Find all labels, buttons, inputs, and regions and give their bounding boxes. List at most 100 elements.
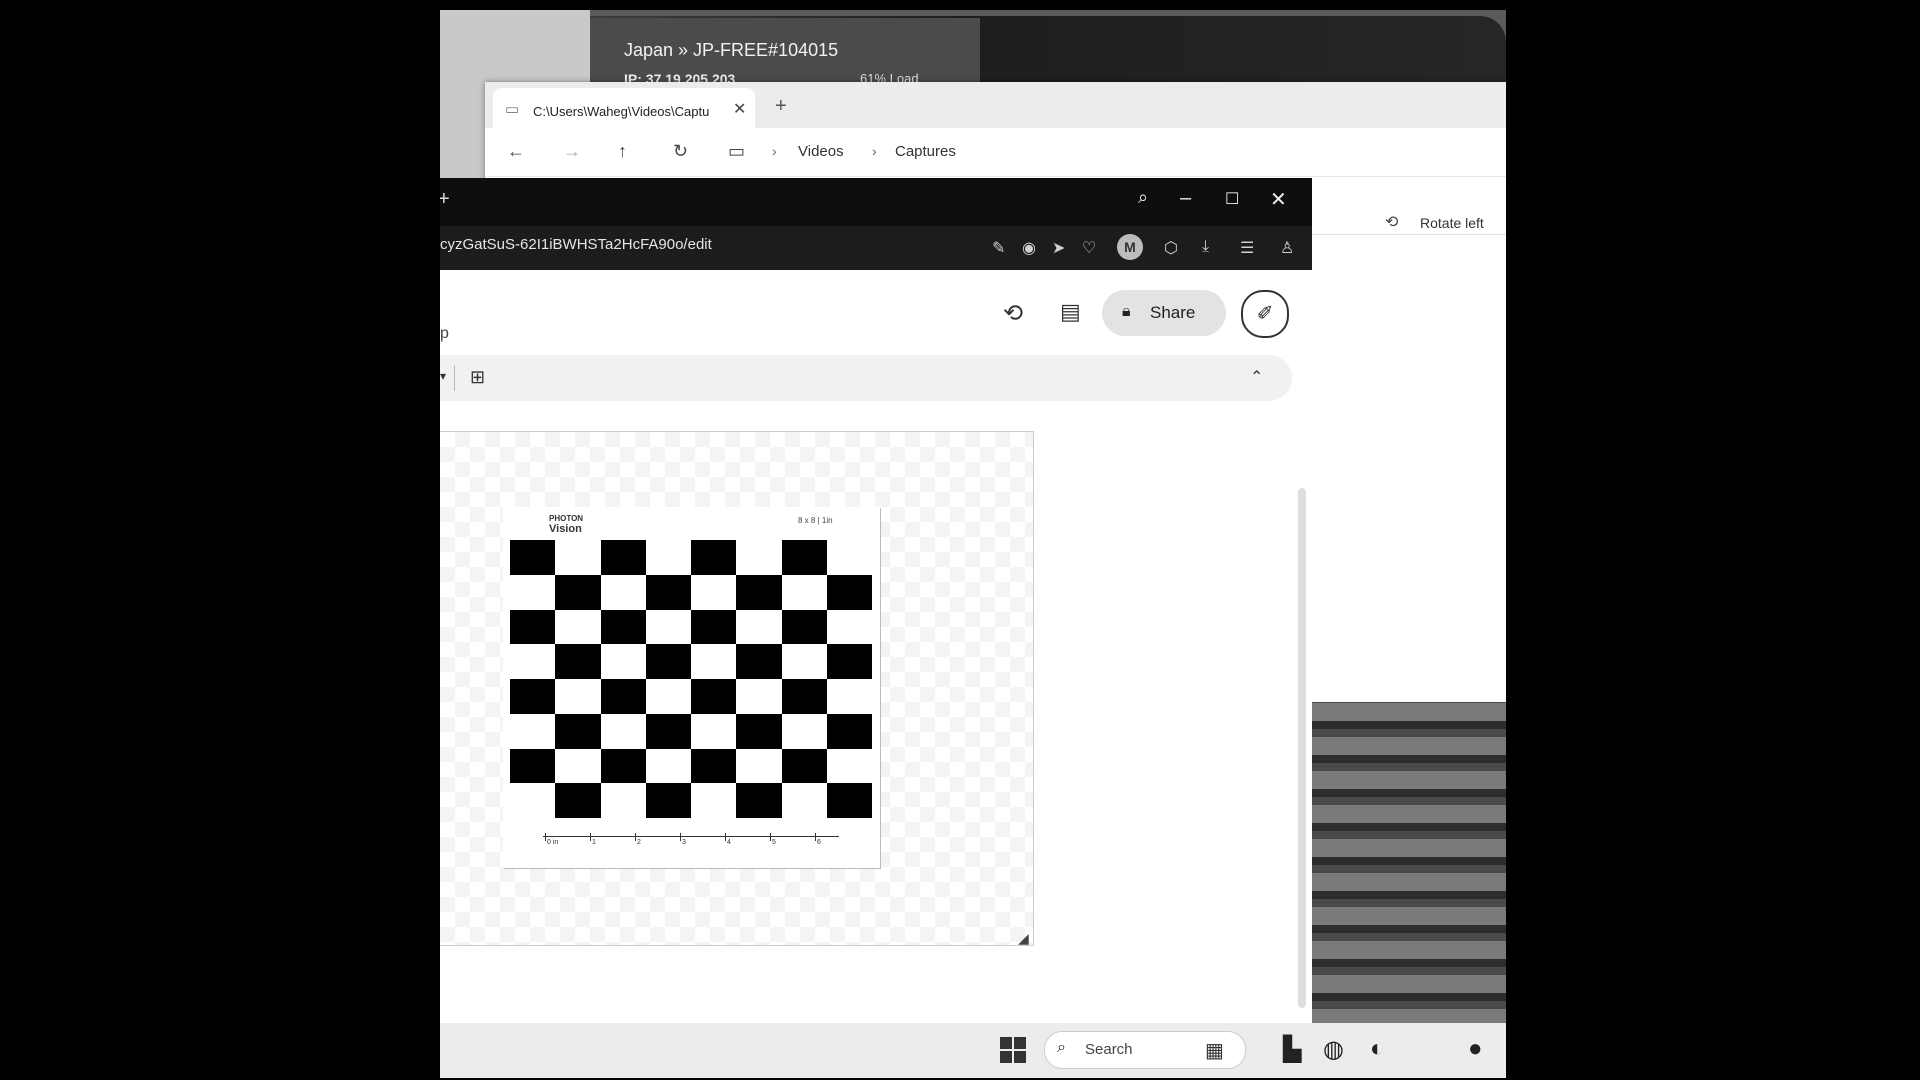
- comments-icon[interactable]: ▤: [1060, 299, 1081, 325]
- profile-avatar[interactable]: M: [1117, 234, 1143, 260]
- checker-square: [645, 574, 691, 610]
- resize-handle-icon[interactable]: ◢: [1018, 930, 1029, 947]
- ruler-tick: [815, 833, 816, 841]
- checker-square: [826, 713, 872, 749]
- checker-square: [781, 679, 827, 714]
- checker-square: [510, 540, 556, 575]
- ruler-label: 2: [637, 839, 641, 846]
- collapse-chevron-icon[interactable]: ⌃: [1250, 367, 1263, 387]
- search-placeholder: Search: [1085, 1041, 1133, 1058]
- ruler-tick: [680, 833, 681, 841]
- maximize-icon[interactable]: ☐: [1225, 189, 1239, 209]
- rotate-left-button[interactable]: Rotate left: [1420, 215, 1484, 231]
- url-text[interactable]: cyzGatSuS-62I1iBWHSTa2HcFA90o/edit: [440, 236, 712, 253]
- download-icon[interactable]: ⤓: [1202, 238, 1209, 256]
- widgets-icon[interactable]: ▦: [1205, 1038, 1224, 1063]
- calibration-target-image[interactable]: PHOTON Vision 8 x 8 | 1in 0 in 1 2 3 4 5 6: [503, 507, 880, 868]
- version-history-icon[interactable]: ⟲: [1003, 299, 1023, 328]
- folder-icon: ▭: [505, 101, 520, 118]
- settings-sliders-icon[interactable]: ☰: [1240, 238, 1254, 258]
- windows-start-icon[interactable]: [1000, 1037, 1026, 1063]
- up-arrow-icon[interactable]: ↑: [618, 141, 627, 162]
- taskbar: ⌕ Search ▦ ▙ ◍ ◐ ●: [440, 1023, 1506, 1078]
- vpn-server-title: Japan » JP-FREE#104015: [624, 40, 839, 60]
- heart-icon[interactable]: ♡: [1082, 238, 1096, 258]
- ruler-tick: [590, 833, 591, 841]
- background-window-strip: [1312, 703, 1506, 1023]
- logo-line-2: Vision: [549, 523, 582, 535]
- checker-square: [645, 783, 691, 818]
- chat-app-icon[interactable]: ◍: [1323, 1035, 1344, 1064]
- rotate-left-icon[interactable]: ⟲: [1385, 212, 1398, 232]
- edit-page-icon[interactable]: ✎: [992, 238, 1005, 258]
- refresh-icon[interactable]: ↻: [673, 141, 688, 162]
- toolbar-divider: [454, 365, 455, 391]
- board-size-label: 8 x 8 | 1in: [798, 516, 833, 525]
- checker-square: [691, 748, 737, 784]
- checker-square: [555, 783, 601, 818]
- checker-square: [781, 540, 827, 575]
- browser-title-bar: + ⌕ – ☐ ✕: [440, 178, 1312, 226]
- ruler-label: 5: [772, 839, 776, 846]
- share-label: Share: [1150, 303, 1196, 322]
- lock-icon: 🔒︎: [1122, 303, 1131, 320]
- checker-square: [691, 679, 737, 714]
- vertical-scrollbar[interactable]: [1298, 488, 1306, 1008]
- add-comment-icon[interactable]: ⊞: [470, 367, 485, 388]
- pencil-icon: ✐: [1256, 303, 1274, 325]
- browser-window: + ⌕ – ☐ ✕ cyzGatSuS-62I1iBWHSTa2HcFA90o/…: [440, 178, 1312, 1023]
- ruler-label: 4: [727, 839, 731, 846]
- explorer-nav-bar: ← → ↑ ↻ ▭ › Videos › Captures: [485, 128, 1506, 177]
- new-tab-icon[interactable]: +: [440, 188, 450, 211]
- monitor-icon[interactable]: ▭: [728, 141, 745, 162]
- checker-square: [781, 748, 827, 784]
- send-icon[interactable]: ➤: [1052, 238, 1065, 258]
- chrome-icon[interactable]: ●: [1468, 1035, 1483, 1063]
- checker-square: [826, 783, 872, 818]
- ruler-tick: [545, 833, 546, 841]
- ruler: 0 in 1 2 3 4 5 6: [543, 833, 839, 849]
- ruler-label: 6: [817, 839, 821, 846]
- checker-square: [510, 748, 556, 784]
- new-tab-icon[interactable]: +: [775, 95, 787, 118]
- ruler-tick: [770, 833, 771, 841]
- ruler-tick: [725, 833, 726, 841]
- close-window-icon[interactable]: ✕: [1270, 187, 1287, 212]
- checker-square: [691, 609, 737, 645]
- checker-square: [510, 679, 556, 714]
- checker-square: [600, 748, 646, 784]
- desktop-screen: Japan » JP-FREE#104015 IP: 37.19.205.203…: [440, 10, 1506, 1078]
- taskbar-search[interactable]: ⌕ Search ▦: [1044, 1031, 1246, 1069]
- checker-square: [645, 644, 691, 679]
- drawing-canvas[interactable]: PHOTON Vision 8 x 8 | 1in 0 in 1 2 3 4 5 6 ◢: [440, 431, 1034, 946]
- checker-square: [555, 574, 601, 610]
- explorer-tab-strip: ▭ C:\Users\Waheg\Videos\Captu ✕ +: [485, 82, 1506, 128]
- edit-mode-button[interactable]: ✐: [1241, 290, 1289, 338]
- drawing-toolbar: ▾ ⊞ ⌃: [440, 355, 1292, 401]
- photon-vision-logo: PHOTON Vision: [549, 514, 583, 535]
- forward-arrow-icon[interactable]: →: [563, 141, 581, 162]
- minimize-icon[interactable]: –: [1180, 187, 1191, 210]
- breadcrumb-videos[interactable]: Videos: [798, 143, 844, 160]
- search-icon[interactable]: ⌕: [1138, 187, 1148, 208]
- back-arrow-icon[interactable]: ←: [507, 141, 525, 162]
- task-view-icon[interactable]: ▙: [1283, 1035, 1301, 1064]
- camera-icon[interactable]: ◉: [1022, 238, 1036, 258]
- checker-square: [555, 644, 601, 679]
- checker-square: [736, 644, 782, 679]
- document-title-fragment: p: [440, 325, 449, 342]
- toolbar-divider: [1312, 234, 1506, 235]
- breadcrumb-separator-icon: ›: [872, 143, 877, 159]
- account-icon[interactable]: ♙: [1280, 238, 1294, 258]
- cube-icon[interactable]: ⬡: [1164, 238, 1178, 258]
- share-button[interactable]: 🔒︎ Share: [1102, 290, 1226, 336]
- explorer-tab[interactable]: ▭ C:\Users\Waheg\Videos\Captu ✕: [493, 88, 755, 128]
- breadcrumb-captures[interactable]: Captures: [895, 143, 956, 160]
- close-tab-icon[interactable]: ✕: [733, 99, 746, 119]
- checker-square: [826, 644, 872, 679]
- edge-browser-icon[interactable]: ◐: [1370, 1035, 1385, 1063]
- ruler-label: 0 in: [547, 839, 559, 846]
- checker-square: [645, 713, 691, 749]
- checker-square: [736, 783, 782, 818]
- dropdown-arrow-icon[interactable]: ▾: [440, 369, 446, 383]
